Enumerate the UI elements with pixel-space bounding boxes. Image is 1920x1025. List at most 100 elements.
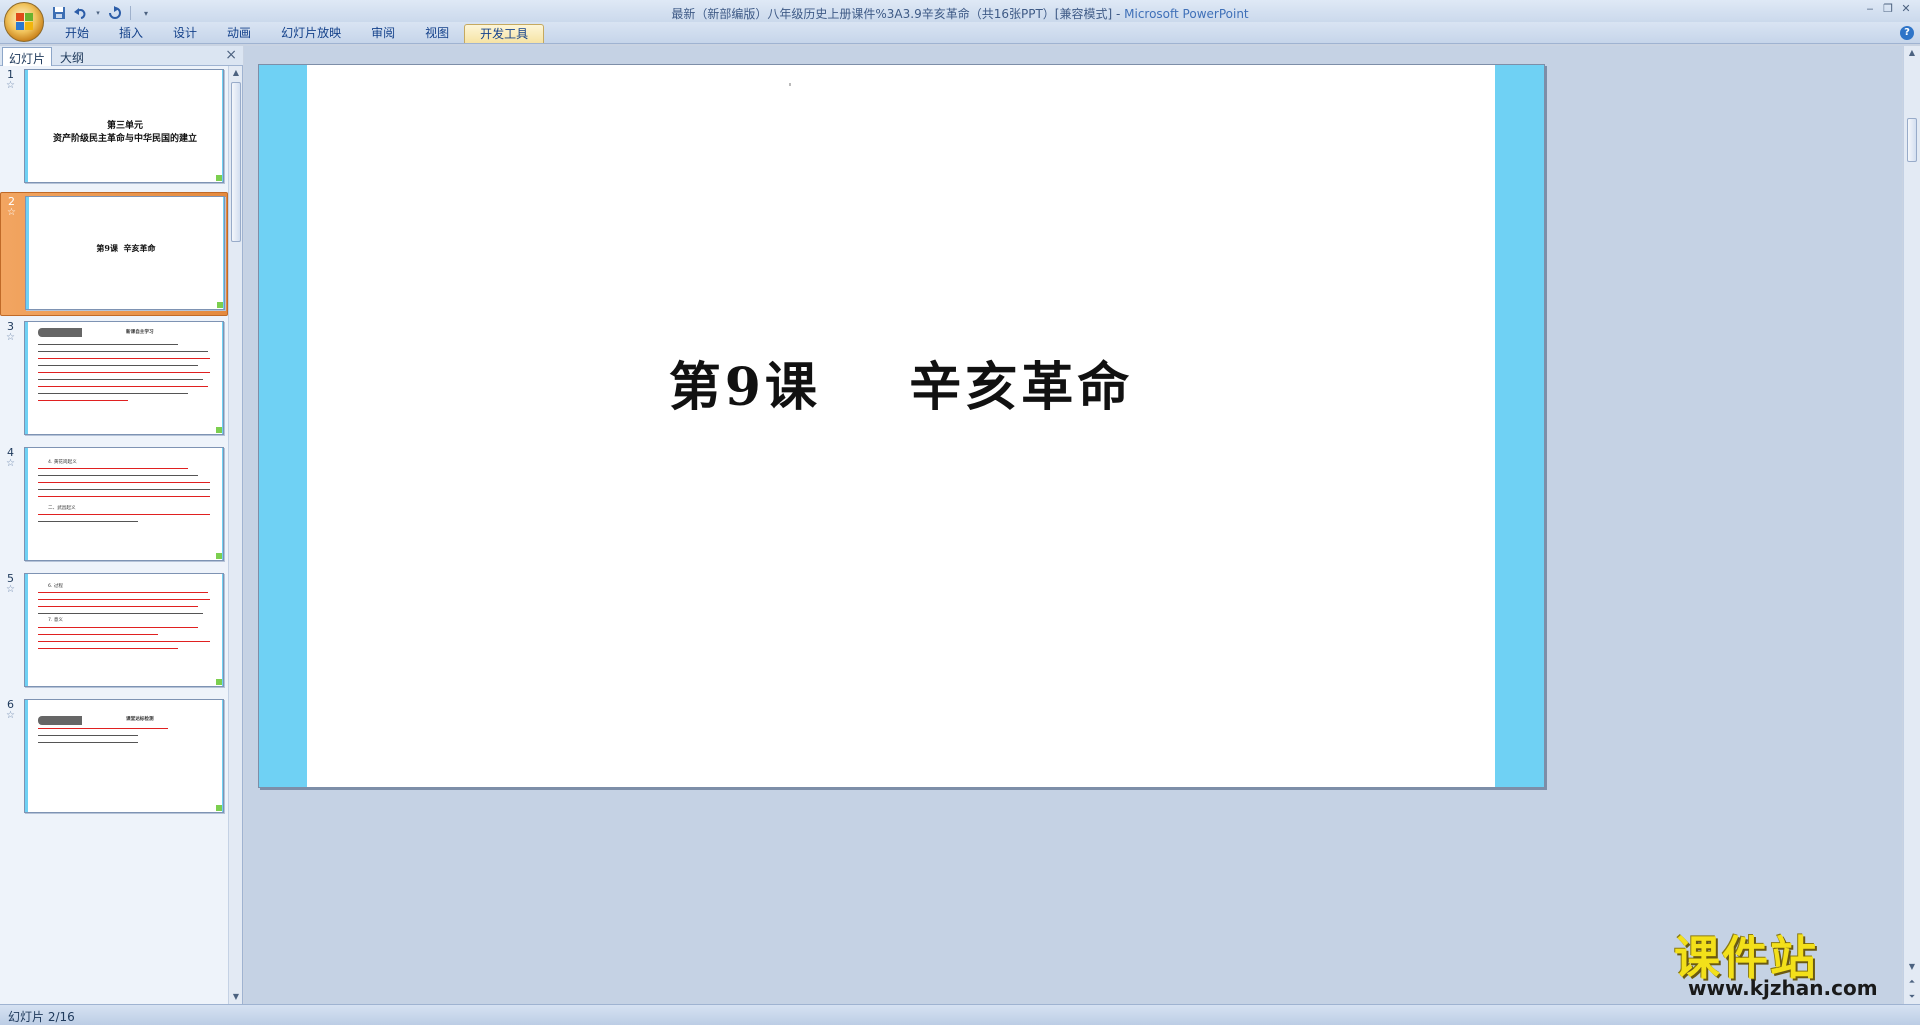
slide-title[interactable]: 第9课 辛亥革命 bbox=[307, 345, 1495, 420]
slide-thumbnail-3[interactable]: 3 ☆ 新课自主学习 bbox=[0, 318, 228, 442]
pane-tabs: 幻灯片 大纲 × bbox=[0, 46, 243, 66]
close-button[interactable]: ✕ bbox=[1898, 2, 1914, 16]
thumb-badge bbox=[38, 716, 82, 725]
restore-button[interactable]: ❐ bbox=[1880, 2, 1896, 16]
thumb-text-line bbox=[38, 482, 210, 486]
thumb-heading: 4. 黄花岗起义 bbox=[48, 460, 77, 465]
tab-home[interactable]: 开始 bbox=[50, 24, 104, 43]
status-bar: 幻灯片 2/16 bbox=[0, 1004, 1920, 1025]
thumb-text-line bbox=[38, 592, 208, 596]
document-title: 最新（新部编版）八年级历史上册课件%3A3.9辛亥革命（共16张PPT）[兼容模… bbox=[671, 7, 1113, 21]
thumb-corner-mark bbox=[217, 302, 223, 308]
tab-slides[interactable]: 幻灯片 bbox=[2, 47, 53, 66]
thumb-subheading: 7. 意义 bbox=[48, 618, 64, 623]
slide-thumbnail-6[interactable]: 6 ☆ 课堂达标检测 bbox=[0, 696, 228, 820]
slide-thumbnail-1[interactable]: 1 ☆ 第三单元 资产阶级民主革命与中华民国的建立 bbox=[0, 66, 228, 190]
window-title: 最新（新部编版）八年级历史上册课件%3A3.9辛亥革命（共16张PPT）[兼容模… bbox=[0, 5, 1920, 22]
tab-view[interactable]: 视图 bbox=[410, 24, 464, 43]
thumb-corner-mark bbox=[216, 805, 222, 811]
current-slide[interactable]: 第9课 辛亥革命 bbox=[258, 64, 1545, 788]
thumb-text-line bbox=[38, 514, 210, 518]
scroll-thumb[interactable] bbox=[1907, 118, 1917, 162]
watermark-logo: 课件站 www.kjzhan.com bbox=[1668, 922, 1908, 1004]
slide-thumbnail-5[interactable]: 5 ☆ 6. 过程 7. 意义 bbox=[0, 570, 228, 694]
thumb-text-line bbox=[38, 634, 158, 638]
title-separator: - bbox=[1112, 7, 1125, 21]
slide-preview: 第9课 辛亥革命 bbox=[25, 196, 225, 310]
thumb-text-line bbox=[38, 386, 208, 390]
thumb-corner-mark bbox=[216, 553, 222, 559]
help-icon[interactable]: ? bbox=[1900, 26, 1914, 40]
thumb-text-line bbox=[38, 358, 210, 362]
thumb-heading: 课堂达标检测 bbox=[126, 717, 154, 722]
editor-scrollbar[interactable]: ▲ ▼ ⏶ ⏷ bbox=[1903, 46, 1920, 1004]
thumb-text-line bbox=[38, 627, 198, 631]
minimize-button[interactable]: ‒ bbox=[1862, 2, 1878, 16]
animation-star-icon: ☆ bbox=[6, 332, 15, 343]
thumb-text-line bbox=[38, 521, 138, 525]
animation-star-icon: ☆ bbox=[6, 584, 15, 595]
watermark-url: www.kjzhan.com bbox=[1688, 976, 1878, 1000]
thumb-corner-mark bbox=[216, 679, 222, 685]
thumb-text-line bbox=[38, 393, 188, 397]
slide-preview: 4. 黄花岗起义 二、武昌起义 bbox=[24, 447, 224, 561]
scroll-up-icon[interactable]: ▲ bbox=[1906, 46, 1918, 60]
thumb-subheading: 二、武昌起义 bbox=[48, 506, 76, 511]
thumb-subheading: 资产阶级民主革命与中华民国的建立 bbox=[52, 134, 197, 144]
tab-design[interactable]: 设计 bbox=[158, 24, 212, 43]
tab-developer[interactable]: 开发工具 bbox=[464, 24, 545, 43]
thumb-heading: 6. 过程 bbox=[48, 584, 64, 589]
scroll-thumb[interactable] bbox=[231, 82, 241, 242]
thumb-text-line bbox=[38, 728, 168, 732]
animation-star-icon: ☆ bbox=[7, 207, 16, 218]
animation-star-icon: ☆ bbox=[6, 458, 15, 469]
office-button[interactable] bbox=[4, 2, 44, 42]
thumb-text-line bbox=[38, 351, 208, 355]
slide-preview: 新课自主学习 bbox=[24, 321, 224, 435]
slide-preview: 课堂达标检测 bbox=[24, 699, 224, 813]
slide-thumbnail-2[interactable]: 2 ☆ 第9课 辛亥革命 bbox=[0, 192, 228, 316]
slide-preview: 6. 过程 7. 意义 bbox=[24, 573, 224, 687]
thumb-text-line bbox=[38, 648, 178, 652]
tab-animations[interactable]: 动画 bbox=[212, 24, 266, 43]
thumb-text-line bbox=[38, 489, 210, 493]
office-logo-icon bbox=[16, 13, 34, 31]
thumbnail-list: 1 ☆ 第三单元 资产阶级民主革命与中华民国的建立 2 ☆ 第9课 辛亥革命 3… bbox=[0, 66, 228, 1004]
slide-thumbnail-4[interactable]: 4 ☆ 4. 黄花岗起义 二、武昌起义 bbox=[0, 444, 228, 568]
thumb-heading: 第三单元 bbox=[106, 121, 143, 131]
slide-marker bbox=[789, 83, 791, 86]
slide-canvas: 第9课 辛亥革命 bbox=[307, 65, 1495, 787]
slide-counter: 幻灯片 2/16 bbox=[8, 1010, 75, 1024]
thumb-text-line bbox=[38, 468, 188, 472]
animation-star-icon: ☆ bbox=[6, 80, 15, 91]
tab-slideshow[interactable]: 幻灯片放映 bbox=[266, 24, 356, 43]
slides-pane: 幻灯片 大纲 × 1 ☆ 第三单元 资产阶级民主革命与中华民国的建立 2 ☆ 第… bbox=[0, 46, 243, 1004]
thumb-heading: 新课自主学习 bbox=[126, 330, 154, 335]
thumb-text-line bbox=[38, 735, 138, 739]
thumb-text-line bbox=[38, 379, 203, 383]
thumb-text-line bbox=[38, 496, 210, 500]
thumb-corner-mark bbox=[216, 427, 222, 433]
thumb-text-line bbox=[38, 641, 210, 645]
thumb-corner-mark bbox=[216, 175, 222, 181]
thumb-text-line bbox=[38, 365, 198, 369]
thumb-text-line bbox=[38, 344, 178, 348]
thumbnail-scrollbar[interactable]: ▲ ▼ bbox=[228, 66, 242, 1004]
scroll-down-icon[interactable]: ▼ bbox=[230, 990, 242, 1004]
tab-insert[interactable]: 插入 bbox=[104, 24, 158, 43]
window-controls: ‒ ❐ ✕ bbox=[1862, 2, 1914, 16]
tab-outline[interactable]: 大纲 bbox=[54, 47, 90, 66]
ribbon-tabs: 开始 插入 设计 动画 幻灯片放映 审阅 视图 开发工具 bbox=[50, 24, 545, 43]
slide-editor: 第9课 辛亥革命 bbox=[244, 46, 1902, 1004]
animation-star-icon: ☆ bbox=[6, 710, 15, 721]
thumb-text-line bbox=[38, 372, 210, 376]
scroll-up-icon[interactable]: ▲ bbox=[230, 66, 242, 80]
thumb-text-line bbox=[38, 606, 198, 610]
pane-close-icon[interactable]: × bbox=[225, 47, 237, 63]
thumb-text-line bbox=[38, 475, 198, 479]
slide-preview: 第三单元 资产阶级民主革命与中华民国的建立 bbox=[24, 69, 224, 183]
thumb-text-line bbox=[38, 400, 128, 404]
tab-review[interactable]: 审阅 bbox=[356, 24, 410, 43]
ribbon: 开始 插入 设计 动画 幻灯片放映 审阅 视图 开发工具 ? bbox=[0, 22, 1920, 44]
app-name: Microsoft PowerPoint bbox=[1124, 7, 1249, 21]
